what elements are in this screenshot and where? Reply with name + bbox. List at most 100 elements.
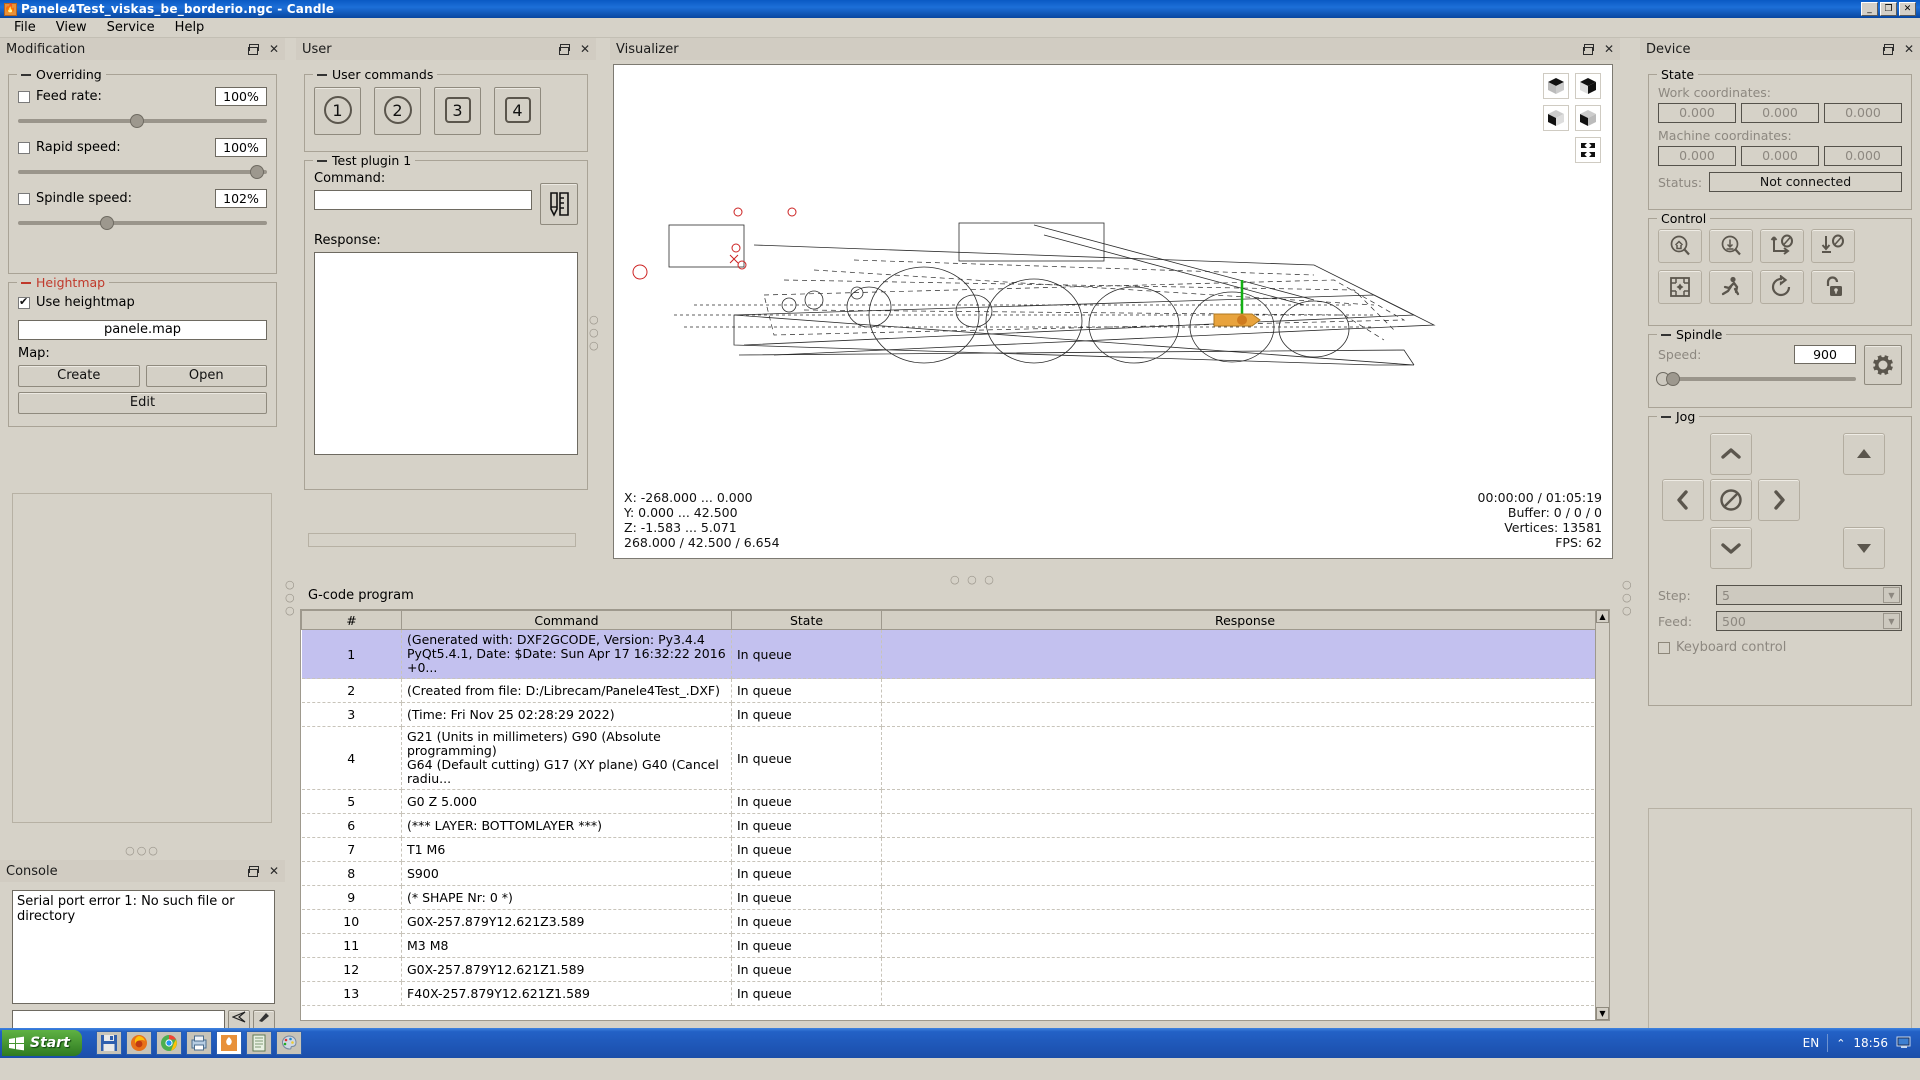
isometric-right-view-icon[interactable] [1575, 105, 1601, 131]
fit-to-screen-icon[interactable] [1575, 137, 1601, 163]
send-arrow-icon[interactable] [228, 1010, 250, 1030]
jog-stop-icon[interactable] [1710, 479, 1752, 521]
chevron-down-icon[interactable]: ▼ [1883, 587, 1900, 603]
table-row[interactable]: 4 G21 (Units in millimeters) G90 (Absolut… [301, 726, 1609, 790]
table-row[interactable]: 9 (* SHAPE Nr: 0 *) In queue [301, 885, 1609, 910]
jog-x-plus-icon[interactable] [1758, 479, 1800, 521]
gcode-scrollbar[interactable]: ▲ ▼ [1595, 610, 1609, 1020]
work-x-value[interactable]: 0.000 [1658, 103, 1736, 123]
slider-knob[interactable] [249, 165, 264, 179]
plugin-command-input[interactable] [314, 190, 532, 210]
menu-item-view[interactable]: View [48, 18, 95, 37]
feed-rate-slider[interactable] [18, 112, 267, 130]
floppy-save-icon[interactable] [95, 1031, 122, 1055]
printer-queue-icon[interactable] [185, 1031, 212, 1055]
chevron-down-icon[interactable]: ▼ [1883, 613, 1900, 629]
restore-origin-icon[interactable] [1760, 270, 1804, 304]
table-row[interactable]: 3 (Time: Fri Nov 25 02:28:29 2022) In queu… [301, 702, 1609, 727]
visualizer-3d-view[interactable]: X: -268.000 ... 0.000 Y: 0.000 ... 42.50… [613, 64, 1613, 559]
run-icon[interactable] [1709, 270, 1753, 304]
create-map-button[interactable]: Create [18, 364, 140, 387]
work-z-value[interactable]: 0.000 [1824, 103, 1902, 123]
language-indicator[interactable]: EN [1803, 1036, 1820, 1050]
scroll-up-arrow-icon[interactable]: ▲ [1596, 610, 1609, 623]
column-header-number[interactable]: # [301, 610, 402, 630]
spindle-speed-value[interactable]: 900 [1794, 345, 1856, 364]
close-icon[interactable]: ✕ [580, 42, 590, 56]
eraser-icon[interactable] [253, 1010, 275, 1030]
jog-step-select[interactable]: 5 ▼ [1716, 585, 1902, 605]
table-row[interactable]: 2 (Created from file: D:/Librecam/Panele4… [301, 678, 1609, 703]
pencil-ruler-icon[interactable] [540, 183, 578, 225]
feed-rate-checkbox[interactable]: Feed rate: [18, 89, 102, 104]
overriding-group-title[interactable]: Overriding [17, 67, 106, 82]
column-header-command[interactable]: Command [401, 610, 732, 630]
slider-knob[interactable] [130, 114, 145, 128]
close-icon[interactable]: ✕ [1904, 42, 1914, 56]
spindle-speed-checkbox[interactable]: Spindle speed: [18, 191, 132, 206]
float-icon[interactable] [1582, 43, 1594, 55]
network-icon[interactable] [1896, 1035, 1912, 1052]
isometric-front-view-icon[interactable] [1575, 73, 1601, 99]
feed-rate-value[interactable]: 100% [215, 87, 267, 106]
menu-item-service[interactable]: Service [99, 18, 163, 37]
close-icon[interactable]: ✕ [269, 42, 279, 56]
unlock-icon[interactable] [1811, 270, 1855, 304]
clock[interactable]: 18:56 [1853, 1036, 1888, 1050]
column-header-state[interactable]: State [731, 610, 882, 630]
splitter-handle-left-vertical[interactable]: ○ ○ ○ [285, 578, 297, 617]
rapid-speed-slider[interactable] [18, 163, 267, 181]
heightmap-group-title[interactable]: Heightmap [17, 275, 110, 290]
jog-z-plus-icon[interactable] [1843, 433, 1885, 475]
spindle-speed-value[interactable]: 102% [215, 189, 267, 208]
rapid-speed-value[interactable]: 100% [215, 138, 267, 157]
notepad-icon[interactable] [245, 1031, 272, 1055]
rapid-speed-checkbox[interactable]: Rapid speed: [18, 140, 121, 155]
splitter-handle-vertical-left[interactable]: ○ ○ ○ [589, 313, 601, 352]
float-icon[interactable] [558, 43, 570, 55]
jog-x-minus-icon[interactable] [1662, 479, 1704, 521]
console-input[interactable] [12, 1010, 225, 1030]
jog-y-minus-icon[interactable] [1710, 527, 1752, 569]
column-header-response[interactable]: Response [881, 610, 1609, 630]
menu-item-file[interactable]: File [6, 18, 44, 37]
start-button[interactable]: Start [2, 1030, 82, 1056]
splitter-handle-right-vertical[interactable]: ○ ○ ○ [1622, 578, 1634, 617]
zero-xy-icon[interactable] [1760, 229, 1804, 263]
jog-z-minus-icon[interactable] [1843, 527, 1885, 569]
spindle-speed-slider[interactable] [18, 214, 267, 232]
gcode-table-container[interactable]: # Command State Response 1 (Generated wit… [300, 609, 1610, 1021]
table-row[interactable]: 10 G0X-257.879Y12.621Z3.589 In queue [301, 909, 1609, 934]
table-row[interactable]: 1 (Generated with: DXF2GCODE, Version: Py… [301, 629, 1609, 679]
keyboard-control-checkbox[interactable]: Keyboard control [1658, 640, 1786, 655]
zero-z-icon[interactable] [1811, 229, 1855, 263]
splitter-handle-horizontal[interactable]: ○ ○ ○ [950, 573, 996, 586]
table-row[interactable]: 8 S900 In queue [301, 861, 1609, 886]
safe-position-icon[interactable] [1658, 270, 1702, 304]
close-icon[interactable]: ✕ [269, 864, 279, 878]
edit-map-button[interactable]: Edit [18, 391, 267, 414]
show-hidden-icons-icon[interactable]: ⌃ [1836, 1037, 1845, 1050]
chrome-icon[interactable] [155, 1031, 182, 1055]
spindle-speed-slider[interactable] [1656, 370, 1856, 388]
close-button[interactable]: ✕ [1899, 2, 1916, 16]
test-plugin-group-title[interactable]: Test plugin 1 [313, 153, 416, 168]
maximize-button[interactable]: ❐ [1880, 2, 1897, 16]
firefox-icon[interactable] [125, 1031, 152, 1055]
use-heightmap-checkbox[interactable]: Use heightmap [18, 295, 135, 310]
float-icon[interactable] [247, 43, 259, 55]
user-commands-group-title[interactable]: User commands [313, 67, 438, 82]
jog-y-plus-icon[interactable] [1710, 433, 1752, 475]
isometric-top-view-icon[interactable] [1543, 73, 1569, 99]
open-map-button[interactable]: Open [145, 364, 267, 387]
table-row[interactable]: 5 G0 Z 5.000 In queue [301, 789, 1609, 814]
heightmap-file-field[interactable]: panele.map [18, 319, 267, 340]
jog-group-title[interactable]: Jog [1657, 409, 1700, 424]
probe-search-icon[interactable] [1709, 229, 1753, 263]
user-command-button-1[interactable]: 1 [314, 87, 361, 135]
float-icon[interactable] [1882, 43, 1894, 55]
table-row[interactable]: 6 (*** LAYER: BOTTOMLAYER ***) In queue [301, 813, 1609, 838]
spindle-group-title[interactable]: Spindle [1657, 327, 1727, 342]
home-search-icon[interactable] [1658, 229, 1702, 263]
menu-item-help[interactable]: Help [167, 18, 213, 37]
